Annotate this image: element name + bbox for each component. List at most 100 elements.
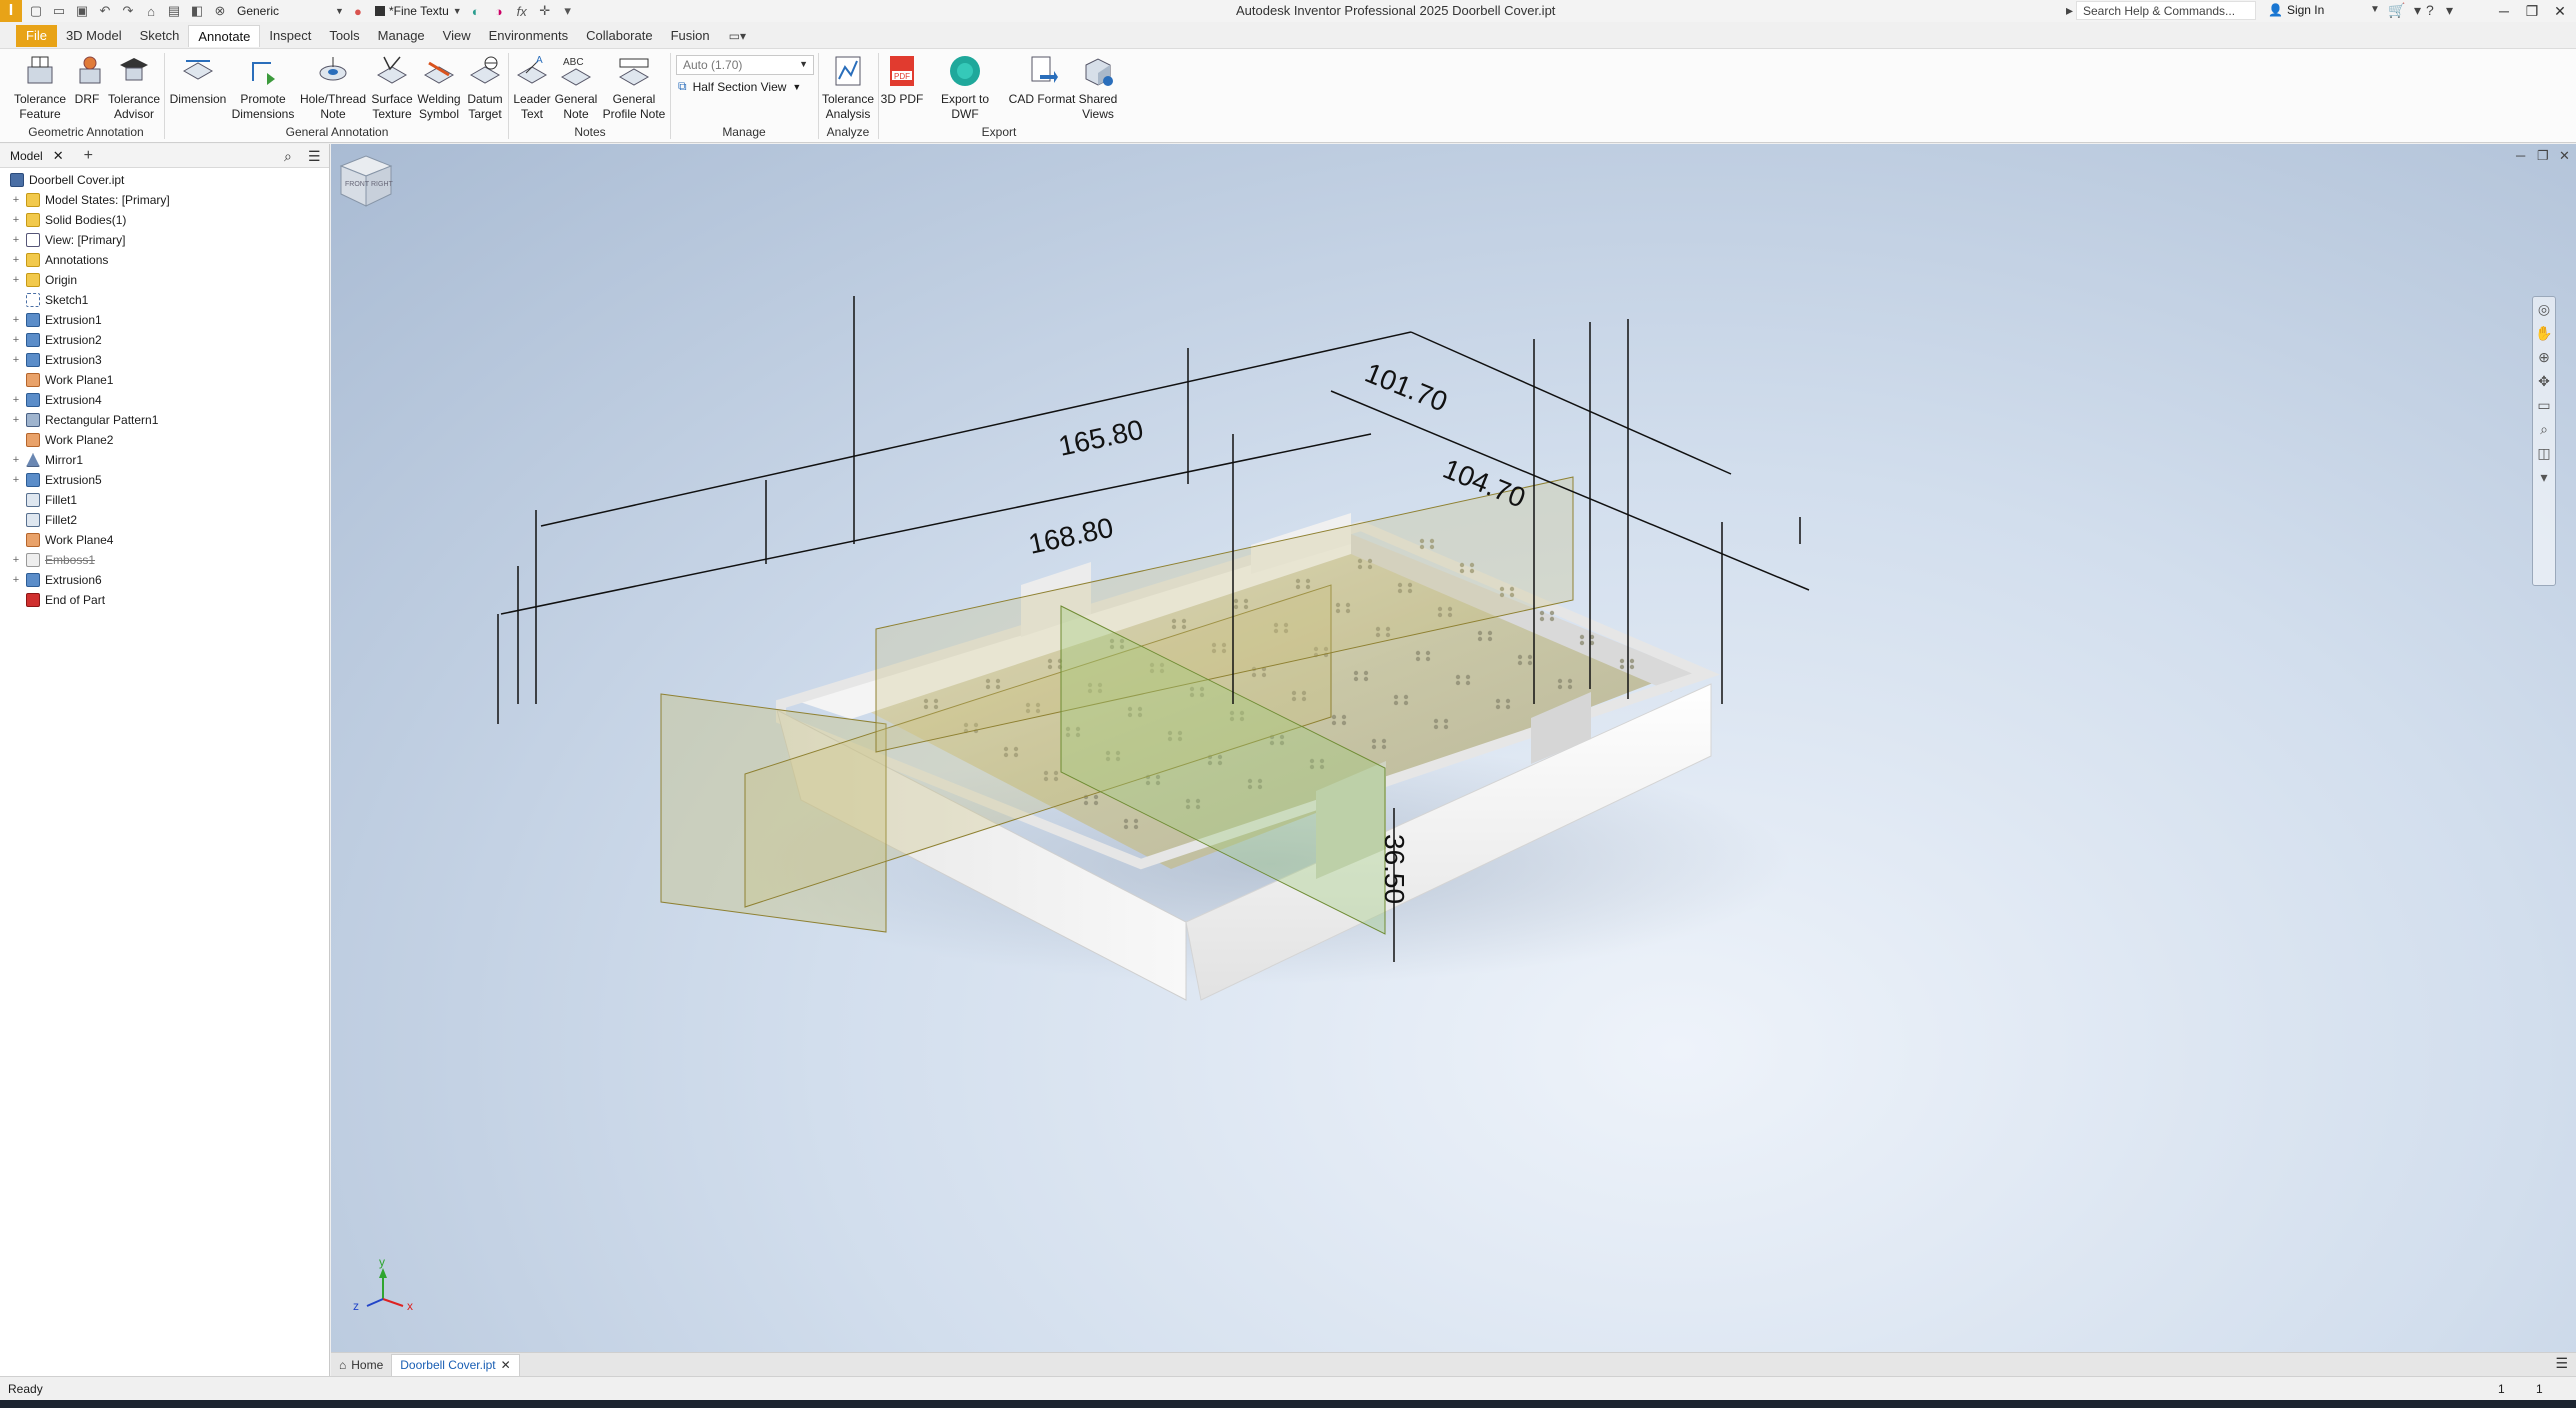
ribbon-options-icon[interactable]: ▭▾ <box>729 29 746 43</box>
annotation-scale-combo[interactable]: Auto (1.70) ▼ <box>676 55 814 75</box>
tree-node-extrusion4[interactable]: + Extrusion4 <box>0 390 329 410</box>
tree-root[interactable]: Doorbell Cover.ipt <box>0 170 329 190</box>
viewport-close-icon[interactable]: ✕ <box>2559 148 2570 164</box>
tree-node-view-primary[interactable]: + View: [Primary] <box>0 230 329 250</box>
viewport-restore-icon[interactable]: ❐ <box>2537 148 2549 164</box>
tab-tools[interactable]: Tools <box>320 25 368 47</box>
graphics-viewport[interactable]: 165.80 168.80 101.70 104.70 36.50 x y z <box>331 144 2576 1352</box>
redo-icon[interactable]: ↷ <box>119 2 137 20</box>
hole-thread-note-button[interactable]: Hole/Thread Note <box>298 53 368 122</box>
tolerance-feature-button[interactable]: Tolerance Feature <box>10 53 70 122</box>
tree-node-origin[interactable]: + Origin <box>0 270 329 290</box>
close-icon[interactable]: ✕ <box>53 148 64 164</box>
tree-node-mirror1[interactable]: + Mirror1 <box>0 450 329 470</box>
tree-node-annotations[interactable]: + Annotations <box>0 250 329 270</box>
customize-icon[interactable]: ▾ <box>559 2 577 20</box>
tree-node-extrusion5[interactable]: + Extrusion5 <box>0 470 329 490</box>
document-tabs-menu-icon[interactable]: ☰ <box>2555 1355 2568 1372</box>
tree-node-extrusion2[interactable]: + Extrusion2 <box>0 330 329 350</box>
viewcube-front-label[interactable]: FRONT <box>345 181 370 188</box>
help-chevron-icon[interactable]: ▾ <box>2446 2 2453 19</box>
close-icon[interactable]: ✕ <box>501 1358 511 1372</box>
help-icon[interactable]: ? <box>2426 2 2434 18</box>
tolerance-analysis-button[interactable]: Tolerance Analysis <box>820 53 876 122</box>
tree-node-sketch1[interactable]: Sketch1 <box>0 290 329 310</box>
zoom-all-icon[interactable]: ⌕ <box>2533 417 2555 441</box>
dim-165-80[interactable]: 165.80 <box>1056 414 1146 462</box>
adjust-icon[interactable]: ◑ <box>490 2 508 20</box>
tab-collaborate[interactable]: Collaborate <box>577 25 662 47</box>
tree-node-extrusion1[interactable]: + Extrusion1 <box>0 310 329 330</box>
expand-icon[interactable]: + <box>10 214 22 226</box>
drf-button[interactable]: DRF <box>72 53 102 107</box>
dimension-button[interactable]: Dimension <box>168 53 228 107</box>
tree-node-model-states-primary[interactable]: + Model States: [Primary] <box>0 190 329 210</box>
viewcube-right-label[interactable]: RIGHT <box>371 181 394 188</box>
dim-168-80[interactable]: 168.80 <box>1026 512 1116 560</box>
inventor-logo[interactable]: I <box>0 0 22 22</box>
sign-in-button[interactable]: 👤 Sign In <box>2268 3 2324 17</box>
welding-symbol-button[interactable]: Welding Symbol <box>416 53 462 122</box>
clear-appearance-icon[interactable]: ⊗ <box>211 2 229 20</box>
expand-icon[interactable]: + <box>10 274 22 286</box>
expand-icon[interactable]: + <box>10 574 22 586</box>
expand-icon[interactable]: + <box>10 354 22 366</box>
open-file-icon[interactable]: ▭ <box>50 2 68 20</box>
pan-icon[interactable]: ✋ <box>2533 321 2555 345</box>
add-browser-tab-icon[interactable]: + <box>84 147 93 165</box>
update-icon[interactable]: ◧ <box>188 2 206 20</box>
tab-doorbell-cover[interactable]: Doorbell Cover.ipt ✕ <box>391 1353 520 1376</box>
tab-3d-model[interactable]: 3D Model <box>57 25 131 47</box>
expand-icon[interactable]: + <box>10 314 22 326</box>
tab-manage[interactable]: Manage <box>369 25 434 47</box>
color-wheel-icon[interactable]: ● <box>349 2 367 20</box>
select-icon[interactable]: ▤ <box>165 2 183 20</box>
home-icon[interactable]: ⌂ <box>142 2 160 20</box>
expand-icon[interactable]: + <box>10 334 22 346</box>
zoom-window-icon[interactable]: ◫ <box>2533 441 2555 465</box>
tree-node-end-of-part[interactable]: End of Part <box>0 590 329 610</box>
shared-views-button[interactable]: Shared Views <box>1078 53 1118 122</box>
nav-more-icon[interactable]: ▾ <box>2533 465 2555 489</box>
tree-node-work-plane2[interactable]: Work Plane2 <box>0 430 329 450</box>
leader-text-button[interactable]: A Leader Text <box>512 53 552 122</box>
minimize-icon[interactable]: ─ <box>2490 0 2518 22</box>
half-section-view-button[interactable]: ⧉ Half Section View ▼ <box>678 79 801 94</box>
expand-icon[interactable]: + <box>10 474 22 486</box>
cad-format-button[interactable]: CAD Format <box>1006 53 1078 107</box>
look-at-icon[interactable]: ▭ <box>2533 393 2555 417</box>
tree-node-extrusion3[interactable]: + Extrusion3 <box>0 350 329 370</box>
general-note-button[interactable]: ABC General Note <box>554 53 598 122</box>
zoom-icon[interactable]: ⊕ <box>2533 345 2555 369</box>
promote-dimensions-button[interactable]: Promote Dimensions <box>230 53 296 122</box>
expand-icon[interactable]: + <box>10 454 22 466</box>
tree-node-fillet2[interactable]: Fillet2 <box>0 510 329 530</box>
restore-icon[interactable]: ❐ <box>2518 0 2546 22</box>
viewport-minimize-icon[interactable]: ─ <box>2516 148 2525 163</box>
cart-chevron-icon[interactable]: ▾ <box>2414 2 2421 19</box>
expand-search-icon[interactable]: ▸ <box>2066 2 2073 19</box>
search-icon[interactable]: ⌕ <box>284 148 292 165</box>
tab-file[interactable]: File <box>16 25 57 47</box>
help-search-input[interactable]: Search Help & Commands... <box>2076 1 2256 20</box>
expand-icon[interactable]: + <box>10 554 22 566</box>
general-profile-note-button[interactable]: General Profile Note <box>600 53 668 122</box>
plus-icon[interactable]: ✛ <box>536 2 554 20</box>
cart-icon[interactable]: 🛒 <box>2388 2 2405 19</box>
expand-icon[interactable]: + <box>10 194 22 206</box>
tree-node-work-plane4[interactable]: Work Plane4 <box>0 530 329 550</box>
expand-icon[interactable]: + <box>10 414 22 426</box>
browser-tab-model[interactable]: Model ✕ <box>0 148 74 164</box>
model-canvas[interactable]: 165.80 168.80 101.70 104.70 36.50 x y z <box>331 144 2576 1352</box>
tab-fusion[interactable]: Fusion <box>662 25 719 47</box>
appearance-combo[interactable]: Generic ▼ <box>237 2 344 20</box>
viewcube[interactable]: FRONT RIGHT <box>331 144 401 214</box>
expand-icon[interactable]: + <box>10 254 22 266</box>
3d-pdf-button[interactable]: PDF 3D PDF <box>880 53 924 107</box>
tolerance-advisor-button[interactable]: Tolerance Advisor <box>106 53 162 122</box>
close-icon[interactable]: ✕ <box>2546 0 2574 22</box>
fx-icon[interactable]: fx <box>513 2 531 20</box>
expand-icon[interactable]: + <box>10 394 22 406</box>
undo-icon[interactable]: ↶ <box>96 2 114 20</box>
new-file-icon[interactable]: ▢ <box>27 2 45 20</box>
